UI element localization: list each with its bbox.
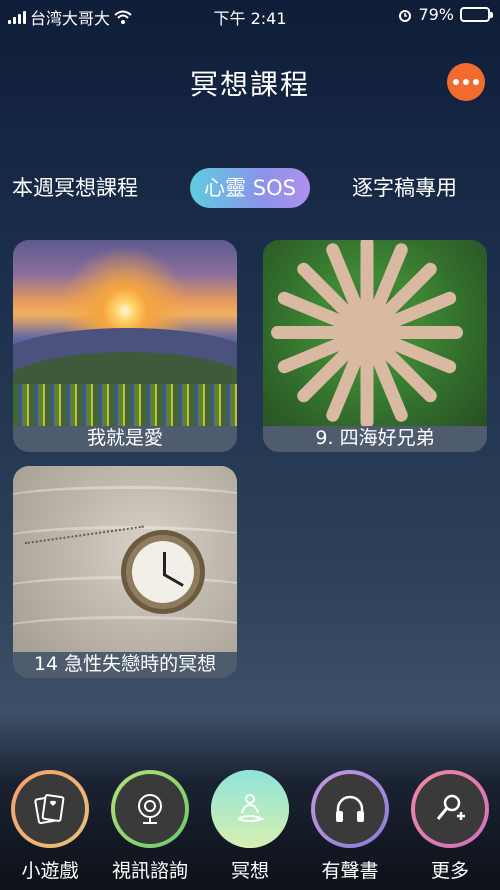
nav-label: 有聲書 (321, 860, 379, 882)
headphones-icon (336, 795, 364, 822)
meditation-icon (237, 794, 265, 822)
course-thumbnail (13, 240, 237, 426)
course-thumbnail (13, 466, 237, 652)
nav-label: 更多 (430, 860, 469, 882)
course-title: 9. 四海好兄弟 (263, 426, 487, 452)
course-thumbnail (263, 240, 487, 426)
nav-item-meditation[interactable]: 冥想 (200, 770, 300, 883)
battery-icon (460, 7, 493, 22)
course-title: 我就是愛 (13, 426, 237, 452)
course-card[interactable]: 14 急性失戀時的冥想 (13, 466, 237, 678)
nav-item-more[interactable]: 更多 (400, 770, 500, 883)
battery-percent: 79% (418, 5, 454, 24)
tab-transcripts[interactable]: 逐字稿專用 (352, 168, 457, 208)
dot-icon (463, 79, 469, 85)
bottom-nav: 小遊戲 視訊諮詢 冥想 有聲書 更多 (0, 762, 500, 890)
nav-item-video-consult[interactable]: 視訊諮詢 (100, 770, 200, 883)
nav-label: 小遊戲 (21, 860, 79, 882)
webcam-icon (138, 794, 162, 824)
nav-label: 視訊諮詢 (111, 860, 188, 882)
alarm-icon (399, 9, 412, 22)
course-title: 14 急性失戀時的冥想 (13, 652, 237, 678)
dot-icon (453, 79, 459, 85)
more-options-button[interactable] (447, 63, 485, 101)
cards-icon (34, 794, 65, 825)
page-title: 冥想課程 (189, 68, 310, 101)
course-card[interactable]: 我就是愛 (13, 240, 237, 452)
status-right: 79% (398, 5, 493, 24)
add-user-icon (436, 794, 465, 820)
status-bar: 台湾大哥大 下午 2:41 79% (0, 0, 500, 30)
nav-label: 冥想 (230, 860, 269, 882)
dot-icon (473, 79, 479, 85)
nav-item-audiobook[interactable]: 有聲書 (300, 770, 400, 883)
tab-soul-sos[interactable]: 心靈 SOS (190, 168, 310, 208)
course-card[interactable]: 9. 四海好兄弟 (263, 240, 487, 452)
nav-item-games[interactable]: 小遊戲 (0, 770, 100, 883)
tab-weekly-meditation[interactable]: 本週冥想課程 (12, 168, 138, 208)
